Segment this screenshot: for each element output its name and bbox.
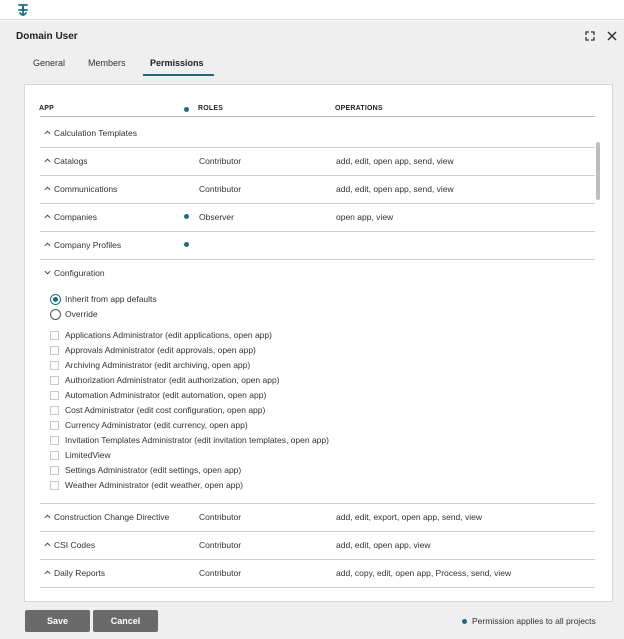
- table-row[interactable]: Calculation Templates: [40, 119, 595, 147]
- divider: [40, 587, 595, 588]
- chevron-up-icon[interactable]: [44, 185, 51, 192]
- expand-icon[interactable]: [583, 29, 597, 43]
- checkbox-label: Applications Administrator (edit applica…: [65, 330, 272, 340]
- domain-user-dialog: Domain User General Members Permissions …: [0, 21, 624, 639]
- dialog-title: Domain User: [16, 31, 78, 42]
- row-app-name: Catalogs: [54, 156, 88, 166]
- top-bar: [0, 0, 624, 20]
- table-row[interactable]: Construction Change Directive Contributo…: [40, 503, 595, 531]
- row-app-name: CSI Codes: [54, 540, 96, 550]
- chevron-down-icon[interactable]: [44, 269, 51, 276]
- checkbox-label: LimitedView: [65, 450, 111, 460]
- checkbox[interactable]: [50, 436, 59, 445]
- checkbox-label: Authorization Administrator (edit author…: [65, 375, 280, 385]
- save-button[interactable]: Save: [25, 610, 90, 632]
- row-operations: add, edit, open app, view: [336, 540, 431, 550]
- permissions-panel: APP ROLES OPERATIONS Calculation Templat…: [24, 84, 613, 602]
- row-app-name: Calculation Templates: [54, 128, 137, 138]
- row-app-name: Communications: [54, 184, 118, 194]
- row-operations: add, edit, open app, send, view: [336, 184, 454, 194]
- checkbox-label: Automation Administrator (edit automatio…: [65, 390, 267, 400]
- legend-text: Permission applies to all projects: [472, 616, 596, 626]
- table-row-expanded[interactable]: Configuration: [40, 259, 595, 287]
- col-header-operations: OPERATIONS: [335, 105, 383, 112]
- row-role: Contributor: [199, 512, 242, 522]
- radio-button[interactable]: [50, 294, 61, 305]
- chevron-up-icon[interactable]: [44, 241, 51, 248]
- tab-permissions[interactable]: Permissions: [143, 54, 214, 76]
- radio-label: Override: [65, 309, 98, 319]
- table-row[interactable]: Catalogs Contributor add, edit, open app…: [40, 147, 595, 175]
- checkbox-label: Archiving Administrator (edit archiving,…: [65, 360, 251, 370]
- checkbox[interactable]: [50, 451, 59, 460]
- checkbox[interactable]: [50, 346, 59, 355]
- global-permission-dot-icon: [462, 619, 467, 624]
- row-role: Contributor: [199, 540, 242, 550]
- row-app-name: Daily Reports: [54, 568, 106, 578]
- row-app-name: Companies: [54, 212, 97, 222]
- row-operations: add, edit, open app, send, view: [336, 156, 454, 166]
- checkbox[interactable]: [50, 331, 59, 340]
- row-role: Observer: [199, 212, 234, 222]
- global-permission-dot-icon: [184, 107, 189, 112]
- checkbox[interactable]: [50, 376, 59, 385]
- chevron-up-icon[interactable]: [44, 541, 51, 548]
- checkbox-label: Approvals Administrator (edit approvals,…: [65, 345, 256, 355]
- row-role: Contributor: [199, 568, 242, 578]
- checkbox[interactable]: [50, 391, 59, 400]
- row-app-name: Company Profiles: [54, 240, 122, 250]
- scrollbar-thumb[interactable]: [596, 142, 600, 200]
- checkbox-label: Weather Administrator (edit weather, ope…: [65, 480, 243, 490]
- radio-label: Inherit from app defaults: [65, 294, 157, 304]
- chevron-up-icon[interactable]: [44, 157, 51, 164]
- row-role: Contributor: [199, 156, 242, 166]
- global-permission-dot-icon: [184, 214, 189, 219]
- row-app-name: Construction Change Directive: [54, 512, 170, 522]
- checkbox-label: Currency Administrator (edit currency, o…: [65, 420, 248, 430]
- row-role: Contributor: [199, 184, 242, 194]
- table-row[interactable]: Communications Contributor add, edit, op…: [40, 175, 595, 203]
- divider: [40, 116, 595, 117]
- table-row[interactable]: Company Profiles: [40, 231, 595, 259]
- checkbox[interactable]: [50, 361, 59, 370]
- checkbox-label: Settings Administrator (edit settings, o…: [65, 465, 242, 475]
- col-header-app: APP: [39, 105, 54, 112]
- tab-members[interactable]: Members: [88, 54, 126, 76]
- checkbox[interactable]: [50, 406, 59, 415]
- row-operations: add, copy, edit, open app, Process, send…: [336, 568, 512, 578]
- app-logo-icon[interactable]: [15, 2, 31, 18]
- table-row[interactable]: Daily Reports Contributor add, copy, edi…: [40, 559, 595, 587]
- col-header-roles: ROLES: [198, 105, 224, 112]
- chevron-up-icon[interactable]: [44, 213, 51, 220]
- global-permission-dot-icon: [184, 242, 189, 247]
- close-icon[interactable]: [605, 29, 619, 43]
- cancel-button[interactable]: Cancel: [93, 610, 158, 632]
- radio-button[interactable]: [50, 309, 61, 320]
- checkbox[interactable]: [50, 466, 59, 475]
- checkbox[interactable]: [50, 421, 59, 430]
- row-operations: add, edit, export, open app, send, view: [336, 512, 483, 522]
- chevron-up-icon[interactable]: [44, 569, 51, 576]
- tab-general[interactable]: General: [33, 54, 65, 76]
- checkbox-label: Invitation Templates Administrator (edit…: [65, 435, 329, 445]
- checkbox[interactable]: [50, 481, 59, 490]
- table-row[interactable]: Companies Observer open app, view: [40, 203, 595, 231]
- row-app-name: Configuration: [54, 268, 105, 278]
- table-row[interactable]: CSI Codes Contributor add, edit, open ap…: [40, 531, 595, 559]
- checkbox-label: Cost Administrator (edit cost configurat…: [65, 405, 266, 415]
- chevron-up-icon[interactable]: [44, 129, 51, 136]
- chevron-up-icon[interactable]: [44, 513, 51, 520]
- row-operations: open app, view: [336, 212, 394, 222]
